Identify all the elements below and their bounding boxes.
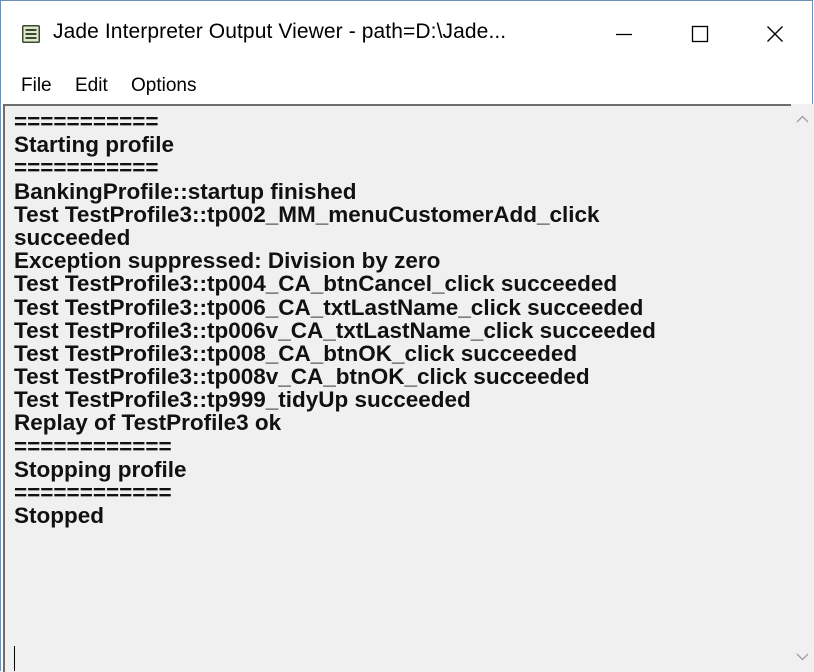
document-list-icon [22,25,40,43]
menu-options[interactable]: Options [131,75,196,97]
output-text-area[interactable]: =========== Starting profile =========== Ba… [3,104,791,672]
output-line: Test TestProfile3::tp002_MM_menuCustomer… [14,201,600,227]
menu-bar: File Edit Options [1,65,812,103]
close-button[interactable] [744,11,806,57]
output-line: Stopping profile [14,456,187,482]
output-line: Test TestProfile3::tp999_tidyUp succeede… [14,387,471,413]
output-line: Stopped [14,503,104,529]
minimize-icon [616,33,632,36]
output-line: succeeded [14,224,131,250]
output-viewer-window: Jade Interpreter Output Viewer - path=D:… [0,0,814,672]
output-line: Starting profile [14,132,175,158]
output-line: Test TestProfile3::tp004_CA_btnCancel_cl… [14,271,618,297]
text-caret [14,646,15,671]
maximize-icon [691,25,709,43]
output-line: ============ [14,433,172,459]
output-line: BankingProfile::startup finished [14,178,357,204]
output-line: =========== [14,109,159,134]
output-line: Exception suppressed: Division by zero [14,248,441,274]
chevron-down-icon[interactable] [795,651,810,663]
chevron-up-icon[interactable] [795,113,810,125]
output-line: =========== [14,155,159,181]
output-line: Replay of TestProfile3 ok [14,410,282,436]
minimize-button[interactable] [593,11,655,57]
menu-edit[interactable]: Edit [75,75,108,97]
title-bar[interactable]: Jade Interpreter Output Viewer - path=D:… [1,1,812,65]
output-line: Test TestProfile3::tp006_CA_txtLastName_… [14,294,644,320]
output-line: ============ [14,480,172,505]
maximize-button[interactable] [669,11,731,57]
vertical-scrollbar[interactable] [791,104,814,672]
close-icon [767,26,783,42]
output-line: Test TestProfile3::tp008_CA_btnOK_click … [14,340,578,366]
output-line: Test TestProfile3::tp008v_CA_btnOK_click… [14,364,590,390]
menu-file[interactable]: File [21,75,52,97]
output-line: Test TestProfile3::tp006v_CA_txtLastName… [14,317,656,343]
window-title: Jade Interpreter Output Viewer - path=D:… [53,20,507,43]
output-lines: =========== Starting profile =========== Ba… [5,106,791,529]
